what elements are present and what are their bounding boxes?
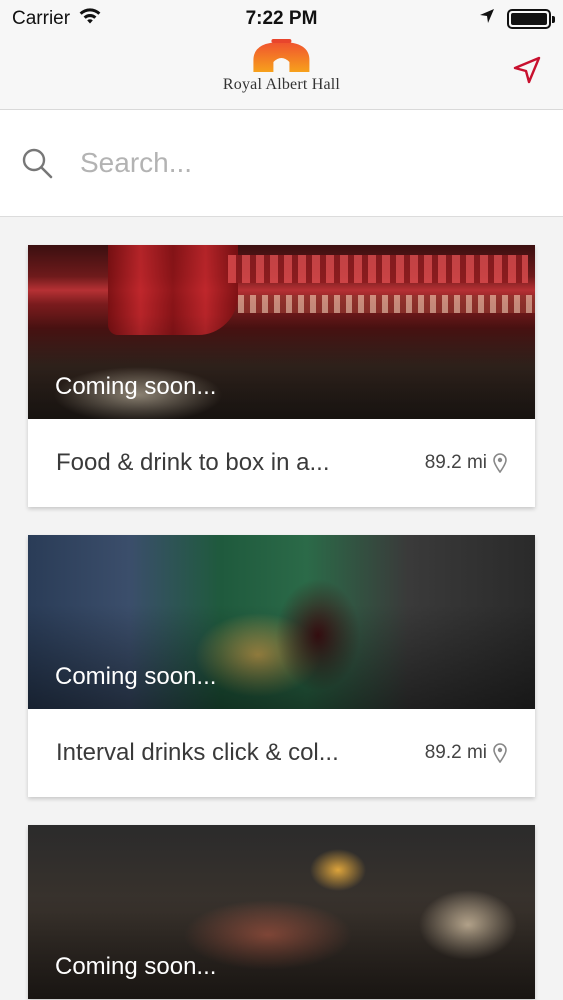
carrier-label: Carrier	[12, 8, 71, 29]
navigation-bar: Royal Albert Hall	[0, 38, 563, 110]
wifi-icon	[78, 7, 102, 31]
card-photo: Coming soon...	[28, 245, 535, 419]
card-photo: Coming soon...	[28, 825, 535, 999]
venue-card-food-drink[interactable]: Coming soon... Food & drink to box in a.…	[28, 245, 535, 507]
search-bar	[0, 110, 563, 217]
search-input[interactable]	[80, 147, 520, 179]
map-pin-icon	[493, 453, 507, 473]
map-pin-icon	[493, 743, 507, 763]
location-services-icon	[479, 8, 495, 30]
venue-card-platter[interactable]: Coming soon...	[28, 825, 535, 999]
distance-value: 89.2 mi	[424, 742, 487, 763]
logo-wordmark: Royal Albert Hall	[222, 76, 341, 93]
royal-albert-hall-logo: Royal Albert Hall	[223, 38, 340, 94]
clock: 7:22 PM	[245, 8, 318, 29]
battery-icon	[507, 9, 555, 29]
coming-soon-label: Coming soon...	[55, 663, 217, 690]
nearby-location-button[interactable]	[509, 52, 545, 88]
dome-icon	[253, 39, 310, 72]
card-title: Interval drinks click & col...	[56, 739, 339, 766]
coming-soon-label: Coming soon...	[55, 953, 217, 980]
status-bar: Carrier 7:22 PM	[0, 0, 563, 38]
distance-value: 89.2 mi	[424, 452, 487, 473]
venue-card-interval-drinks[interactable]: Coming soon... Interval drinks click & c…	[28, 535, 535, 797]
coming-soon-label: Coming soon...	[55, 373, 217, 400]
card-photo: Coming soon...	[28, 535, 535, 709]
location-arrow-icon	[513, 56, 541, 84]
card-title: Food & drink to box in a...	[56, 449, 330, 476]
venue-feed[interactable]: Coming soon... Food & drink to box in a.…	[0, 217, 563, 1000]
search-icon	[22, 148, 53, 179]
